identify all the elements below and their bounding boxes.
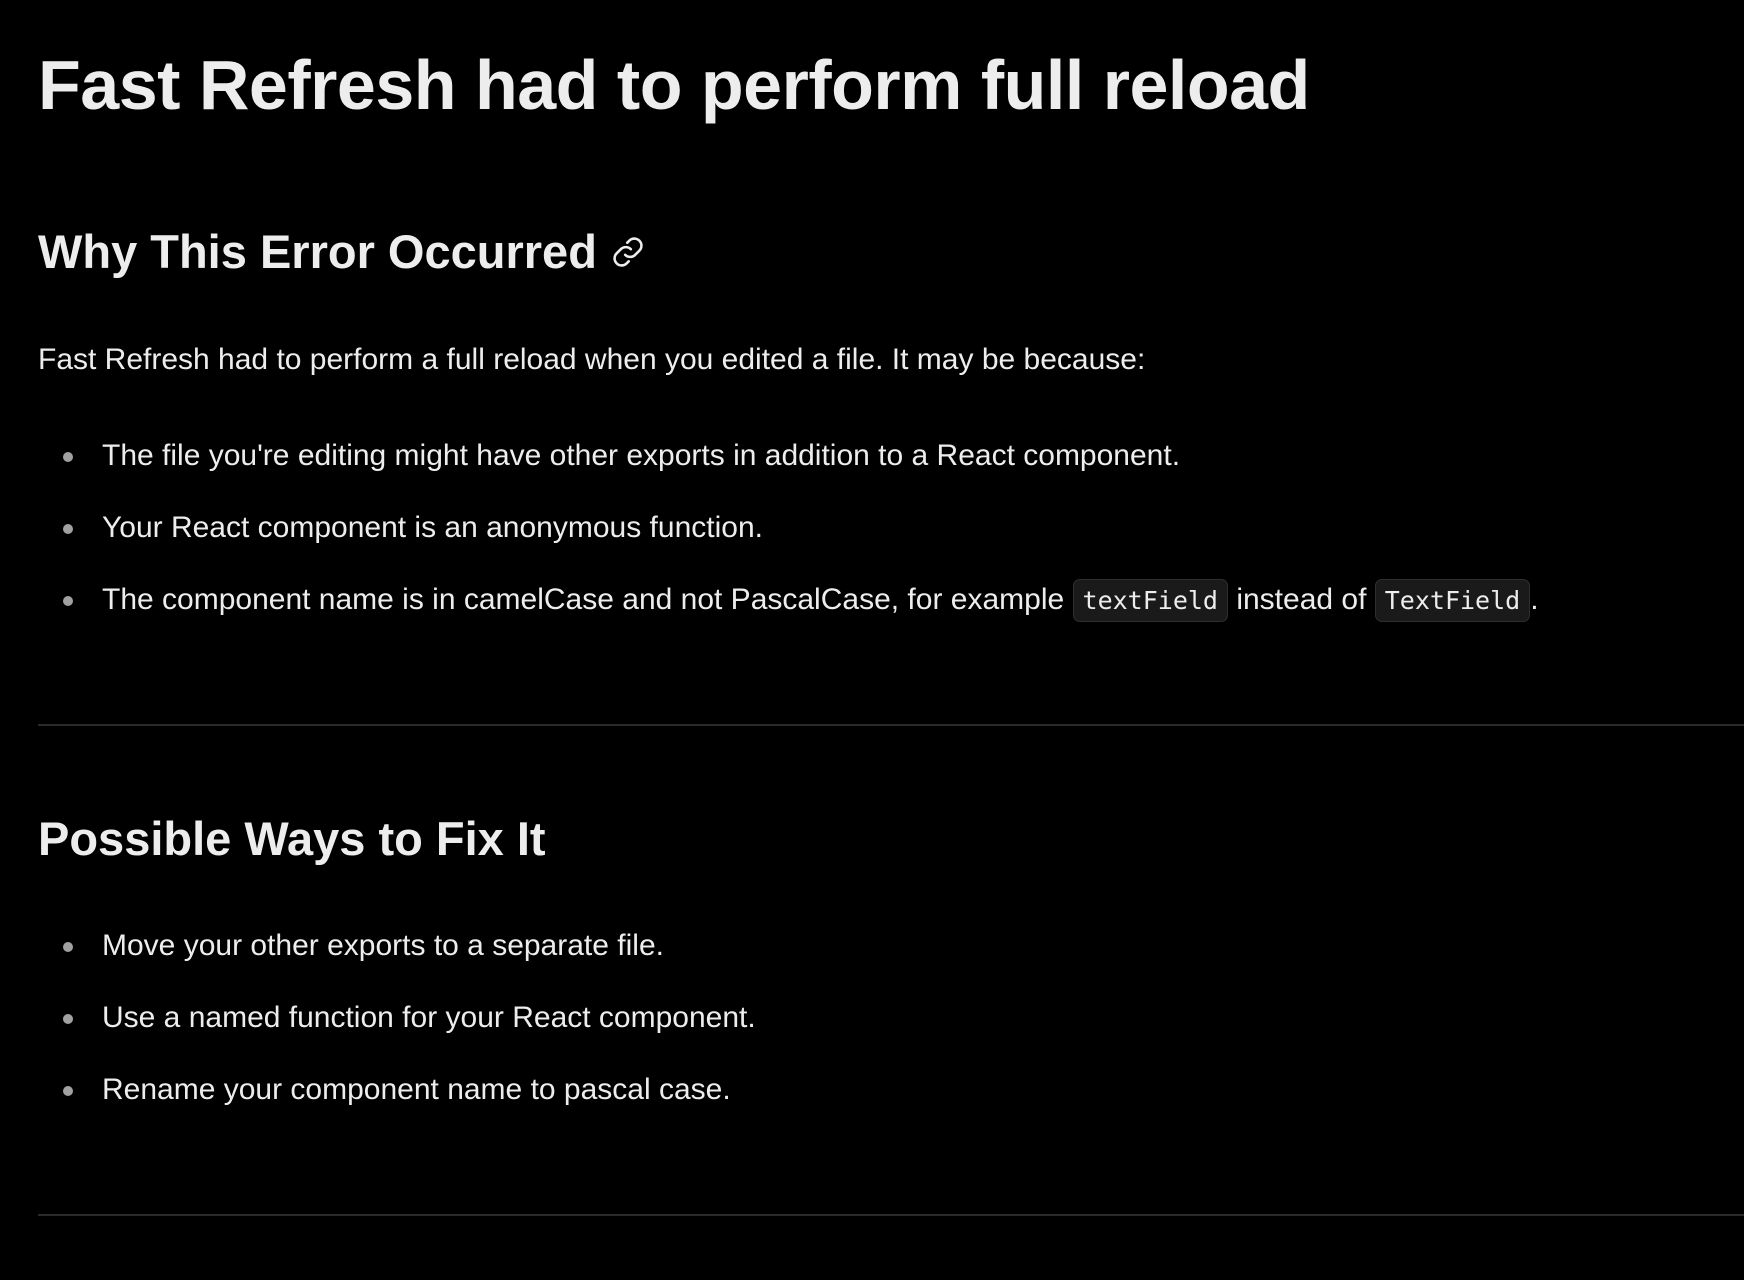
fix-list: Move your other exports to a separate fi… [38, 926, 756, 1142]
list-item-text-middle: instead of [1227, 583, 1375, 616]
section-divider [38, 1214, 1744, 1216]
list-item-text: The file you're editing might have other… [102, 439, 1181, 472]
bullet-icon [63, 1014, 73, 1024]
section-heading-fix-label: Possible Ways to Fix It [38, 812, 546, 865]
intro-paragraph: Fast Refresh had to perform a full reloa… [38, 343, 1146, 376]
list-item-text: Use a named function for your React comp… [102, 1001, 756, 1034]
list-item: Use a named function for your React comp… [38, 998, 756, 1070]
bullet-icon [63, 596, 73, 606]
bullet-icon [63, 524, 73, 534]
list-item: Your React component is an anonymous fun… [38, 508, 1539, 580]
section-heading-why: Why This Error Occurred [38, 222, 645, 282]
list-item: Move your other exports to a separate fi… [38, 926, 756, 998]
bullet-icon [63, 1086, 73, 1096]
list-item: The component name is in camelCase and n… [38, 579, 1539, 652]
list-item: The file you're editing might have other… [38, 436, 1539, 508]
bullet-icon [63, 942, 73, 952]
cause-list: The file you're editing might have other… [38, 436, 1539, 652]
section-heading-fix: Possible Ways to Fix It [38, 809, 546, 869]
list-item-text: Move your other exports to a separate fi… [102, 929, 664, 962]
list-item: Rename your component name to pascal cas… [38, 1070, 756, 1142]
list-item-text-after: . [1530, 583, 1539, 616]
section-heading-why-label: Why This Error Occurred [38, 225, 597, 278]
bullet-icon [63, 452, 73, 462]
list-item-text: Your React component is an anonymous fun… [102, 511, 763, 544]
inline-code-TextField: TextField [1374, 579, 1531, 622]
link-icon[interactable] [611, 235, 645, 269]
list-item-text-before: The component name is in camelCase and n… [102, 583, 1073, 616]
list-item-text: Rename your component name to pascal cas… [102, 1073, 731, 1106]
section-divider [38, 724, 1744, 726]
inline-code-textfield: textField [1072, 579, 1228, 622]
page-title: Fast Refresh had to perform full reload [38, 46, 1310, 124]
